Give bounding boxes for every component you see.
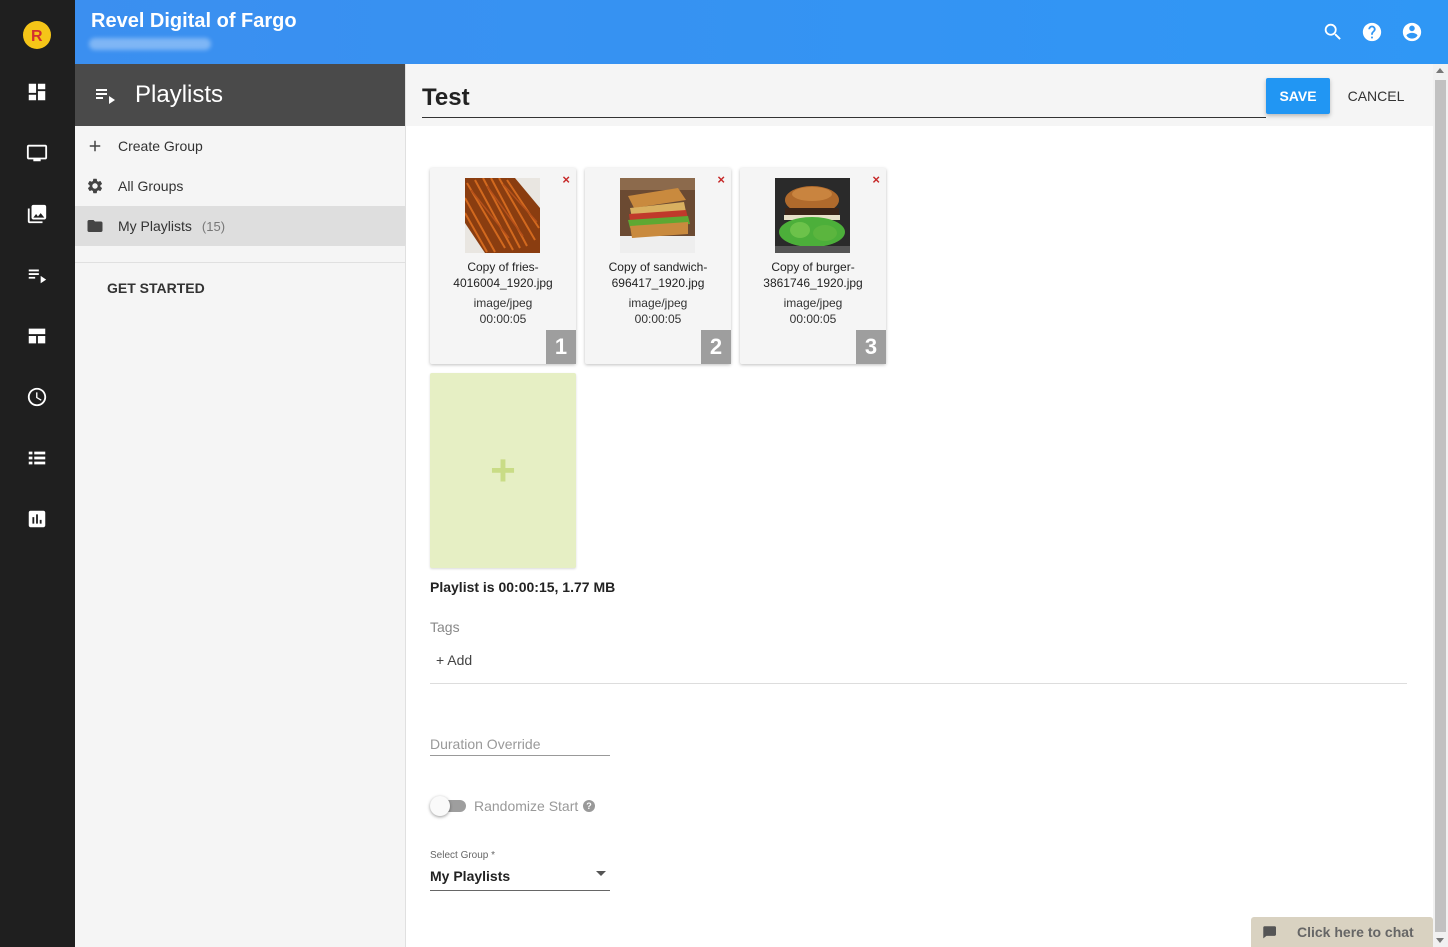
playlist-icon[interactable] xyxy=(26,264,48,286)
save-button[interactable]: SAVE xyxy=(1266,78,1330,114)
tags-divider xyxy=(430,683,1407,684)
playlists-sidebar: Playlists Create Group All Groups My Pla… xyxy=(75,64,415,947)
sidebar-divider xyxy=(75,262,405,263)
media-icon[interactable] xyxy=(26,203,48,225)
list-icon[interactable] xyxy=(26,447,48,469)
item-duration: 00:00:05 xyxy=(634,312,682,326)
item-mimetype: image/jpeg xyxy=(783,296,843,310)
tags-label: Tags xyxy=(430,619,460,635)
remove-item-icon[interactable]: × xyxy=(562,173,570,186)
item-index-badge: 2 xyxy=(701,330,731,364)
scroll-up-icon[interactable] xyxy=(1436,68,1444,73)
randomize-start-toggle[interactable] xyxy=(430,796,466,816)
chat-bubble-icon xyxy=(1261,925,1277,939)
item-mimetype: image/jpeg xyxy=(628,296,688,310)
select-group-label: Select Group * xyxy=(430,850,496,861)
item-duration: 00:00:05 xyxy=(479,312,527,326)
schedule-icon[interactable] xyxy=(26,386,48,408)
item-filename: Copy of sandwich-696417_1920.jpg xyxy=(608,260,708,290)
sidebar-item-my-playlists[interactable]: My Playlists (15) xyxy=(75,206,415,246)
top-header: Revel Digital of Fargo xyxy=(75,0,1448,64)
sidebar-item-all-groups[interactable]: All Groups xyxy=(75,166,405,206)
cancel-button[interactable]: CANCEL xyxy=(1342,78,1410,114)
folder-icon xyxy=(87,220,103,232)
help-circle-icon[interactable] xyxy=(1361,21,1383,43)
scroll-down-icon[interactable] xyxy=(1436,938,1444,943)
playlist-icon xyxy=(96,89,115,104)
plus-icon: + xyxy=(490,445,516,495)
add-tag-button[interactable]: + Add xyxy=(436,652,472,668)
playlist-item-card[interactable]: × Copy of sandwich-696417_1920.jpg image… xyxy=(585,168,731,364)
sidebar-header: Playlists xyxy=(75,64,405,126)
scrollbar-thumb[interactable] xyxy=(1435,80,1446,932)
nav-rail: R xyxy=(0,0,75,947)
randomize-start-label: Randomize Start xyxy=(474,798,579,814)
chat-label: Click here to chat xyxy=(1297,924,1414,940)
item-filename: Copy of fries-4016004_1920.jpg xyxy=(453,260,553,290)
remove-item-icon[interactable]: × xyxy=(717,173,725,186)
add-item-button[interactable]: + xyxy=(430,373,576,568)
revel-logo-icon[interactable]: R xyxy=(23,21,51,49)
editor-toolbar: SAVE CANCEL xyxy=(406,64,1433,126)
search-icon[interactable] xyxy=(1322,21,1344,43)
thumbnail-sandwich xyxy=(620,178,695,253)
playlist-name-input[interactable] xyxy=(422,78,1266,118)
playlist-summary: Playlist is 00:00:15, 1.77 MB xyxy=(430,579,616,595)
thumbnail-fries xyxy=(465,178,540,253)
account-icon[interactable] xyxy=(1401,21,1423,43)
sidebar-item-label: My Playlists xyxy=(118,218,192,234)
get-started-link[interactable]: GET STARTED xyxy=(107,280,205,296)
playlist-item-card[interactable]: × Copy of burger-3861746_1920.jpg image/… xyxy=(740,168,886,364)
remove-item-icon[interactable]: × xyxy=(872,173,880,186)
caret-down-icon xyxy=(596,871,606,876)
reports-icon[interactable] xyxy=(26,508,48,530)
toggle-knob xyxy=(430,796,450,816)
sidebar-item-label: Create Group xyxy=(118,138,203,154)
template-icon[interactable] xyxy=(26,325,48,347)
item-duration: 00:00:05 xyxy=(789,312,837,326)
dashboard-icon[interactable] xyxy=(26,81,48,103)
chat-widget[interactable]: Click here to chat xyxy=(1251,917,1433,947)
help-icon[interactable]: ? xyxy=(583,800,595,812)
duration-override-field[interactable] xyxy=(430,732,610,756)
item-mimetype: image/jpeg xyxy=(473,296,533,310)
sidebar-title: Playlists xyxy=(135,81,224,108)
plus-icon xyxy=(89,140,101,152)
org-name: Revel Digital of Fargo xyxy=(91,10,297,32)
gear-icon xyxy=(87,178,103,194)
sidebar-item-label: All Groups xyxy=(118,178,184,194)
playlist-count: (15) xyxy=(201,218,226,234)
account-subtitle-blurred xyxy=(89,38,211,50)
item-filename: Copy of burger-3861746_1920.jpg xyxy=(763,260,863,290)
svg-text:R: R xyxy=(31,28,43,45)
main-scrollbar[interactable] xyxy=(1433,64,1448,947)
sidebar-item-create-group[interactable]: Create Group xyxy=(75,126,405,166)
playlist-editor: SAVE CANCEL × Copy of fries-401600 xyxy=(406,64,1433,947)
select-group-value: My Playlists xyxy=(430,868,511,884)
item-index-badge: 3 xyxy=(856,330,886,364)
select-group-dropdown[interactable]: My Playlists xyxy=(430,864,610,891)
monitor-icon[interactable] xyxy=(26,142,48,164)
item-index-badge: 1 xyxy=(546,330,576,364)
thumbnail-burger xyxy=(775,178,850,253)
playlist-item-card[interactable]: × Copy of fries-4016004_1920.jpg image/j… xyxy=(430,168,576,364)
